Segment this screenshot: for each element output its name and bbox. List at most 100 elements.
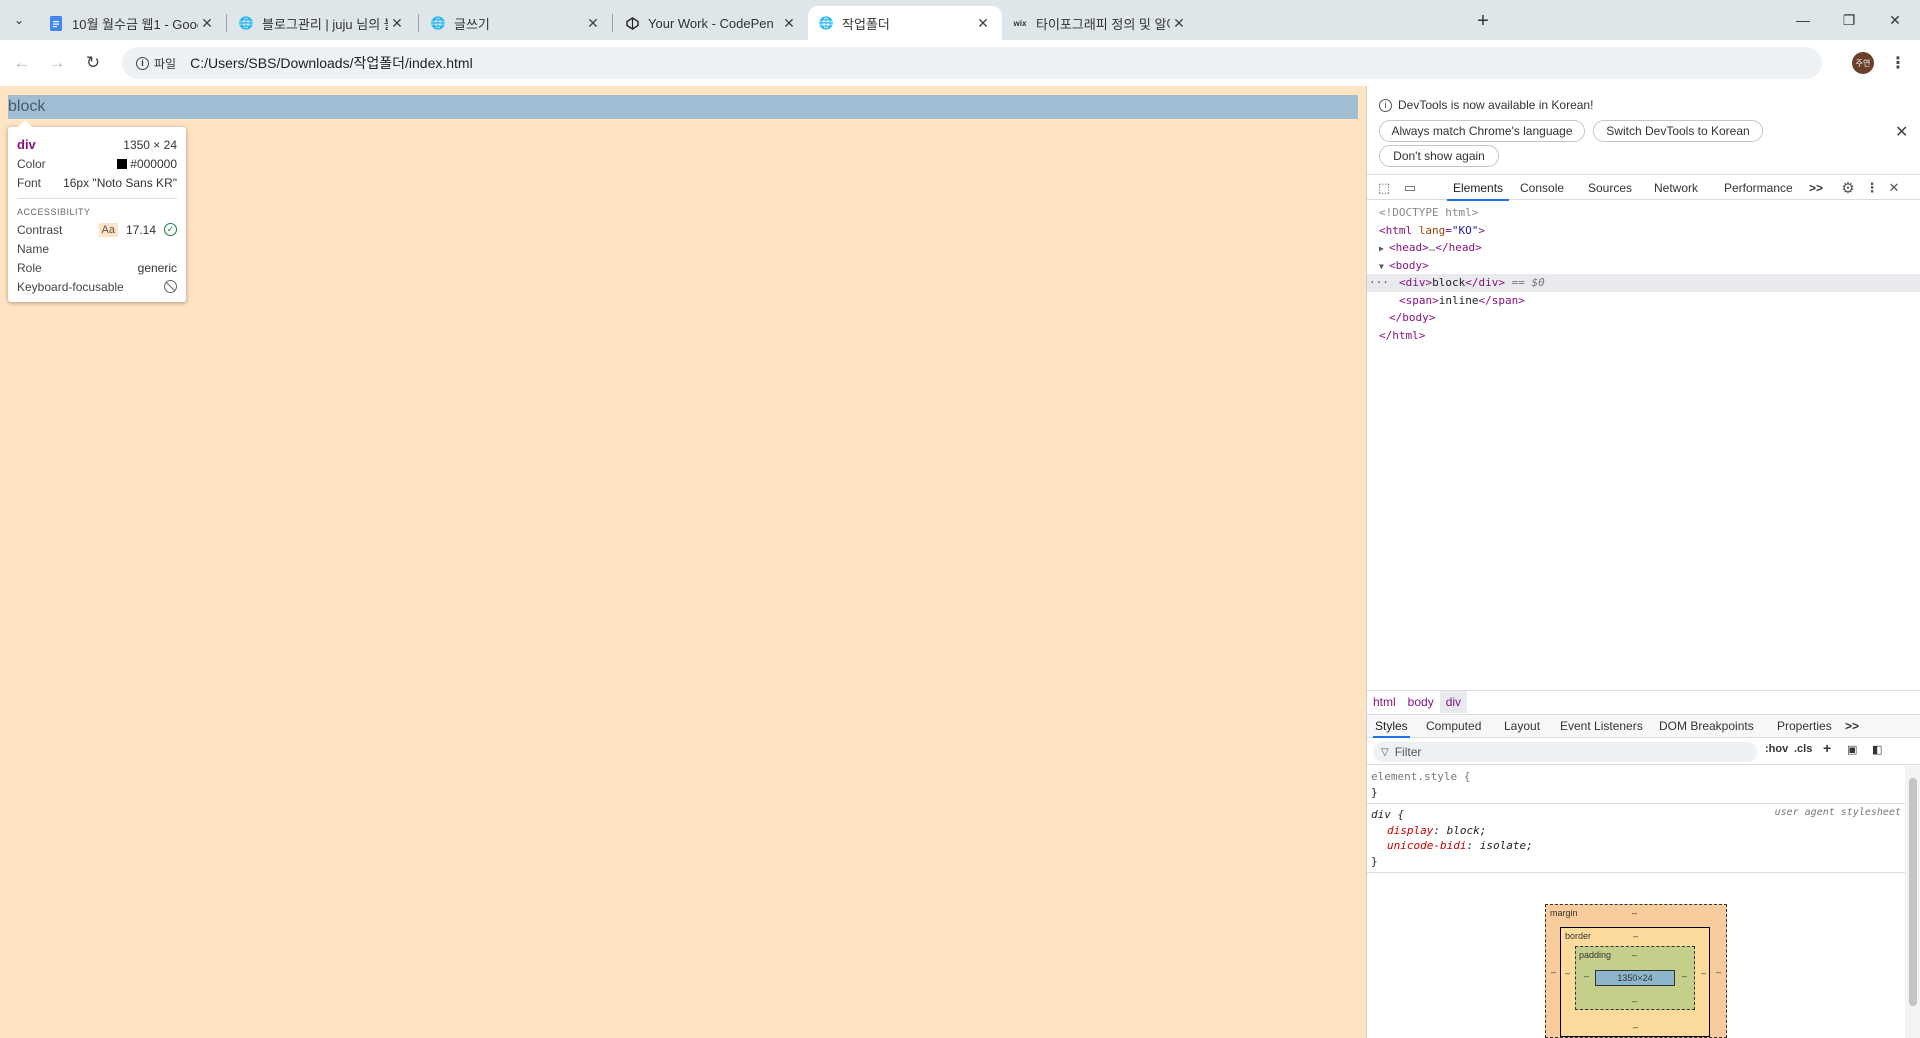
tab-title: 타이포그래피 정의 및 알아두면 (1036, 16, 1170, 32)
url-text[interactable]: C:/Users/SBS/Downloads/작업폴더/index.html (190, 53, 473, 73)
tab-layout[interactable]: Layout (1504, 715, 1540, 738)
border-right-value[interactable]: – (1701, 968, 1706, 978)
gear-icon[interactable]: ⚙ (1837, 175, 1859, 201)
inspect-element-icon[interactable]: ⬚ (1373, 175, 1395, 201)
tab-title: 블로그관리 | juju 님의 블로그 (262, 16, 388, 32)
tab-dom-breakpoints[interactable]: DOM Breakpoints (1659, 715, 1754, 738)
tab-separator (418, 14, 419, 32)
globe-icon: 🌐 (430, 16, 446, 30)
site-info-chip[interactable]: i 파일 (128, 51, 184, 75)
close-icon[interactable]: ✕ (974, 15, 992, 32)
border-top-value[interactable]: – (1633, 931, 1638, 941)
tab-work-folder[interactable]: 🌐 작업폴더 ✕ (808, 6, 1002, 40)
avatar[interactable]: 주연 (1852, 52, 1874, 74)
forward-button[interactable]: → (43, 49, 71, 77)
match-language-button[interactable]: Always match Chrome's language (1379, 120, 1585, 142)
tab-google-docs[interactable]: 10월 월수금 웹1 - Google Doc ✕ (38, 6, 226, 40)
span-text: inline (1438, 293, 1479, 307)
padding-right-value[interactable]: – (1682, 971, 1687, 981)
triangle-right-icon[interactable]: ▶ (1379, 240, 1389, 258)
border-bottom-value[interactable]: – (1633, 1022, 1638, 1032)
dom-doctype[interactable]: <!DOCTYPE html> (1367, 204, 1920, 222)
prop-unicode-bidi: unicode-bidi (1387, 839, 1467, 852)
tab-console[interactable]: Console (1520, 175, 1564, 201)
reload-button[interactable]: ↻ (79, 49, 107, 77)
tab-strip: ⌄ 10월 월수금 웹1 - Google Doc ✕ 🌐 블로그관리 | ju… (0, 0, 1920, 40)
device-toolbar-icon[interactable]: ▭ (1399, 175, 1421, 201)
close-window-button[interactable]: ✕ (1872, 6, 1918, 34)
styles-scrollbar[interactable] (1905, 766, 1920, 1038)
dom-span-node[interactable]: <span>inline</span> (1367, 292, 1920, 310)
sidebar-toggle-icon[interactable]: ◧ (1872, 743, 1882, 756)
tab-write[interactable]: 🌐 글쓰기 ✕ (420, 6, 612, 40)
cls-toggle[interactable]: .cls (1794, 743, 1812, 755)
div-ua-rule[interactable]: user agent stylesheet div { display: blo… (1367, 804, 1905, 873)
border-left-value[interactable]: – (1565, 968, 1570, 978)
padding-top-value[interactable]: – (1632, 950, 1637, 960)
reload-icon: ↻ (85, 53, 101, 72)
tab-styles[interactable]: Styles (1373, 715, 1410, 738)
minimize-button[interactable]: — (1780, 6, 1826, 34)
tab-blog-admin[interactable]: 🌐 블로그관리 | juju 님의 블로그 ✕ (228, 6, 416, 40)
tab-computed[interactable]: Computed (1426, 715, 1481, 738)
triangle-down-icon[interactable]: ▼ (1379, 258, 1389, 276)
tab-properties[interactable]: Properties (1777, 715, 1832, 738)
margin-top-value[interactable]: – (1632, 908, 1637, 918)
close-icon[interactable]: ✕ (388, 15, 406, 32)
dont-show-again-button[interactable]: Don't show again (1379, 145, 1499, 167)
padding-left-value[interactable]: – (1584, 971, 1589, 981)
close-icon[interactable]: ✕ (1895, 122, 1908, 142)
tab-elements[interactable]: Elements (1447, 175, 1510, 201)
scrollbar-thumb[interactable] (1909, 778, 1917, 1006)
breadcrumb-div[interactable]: div (1439, 690, 1468, 713)
hov-toggle[interactable]: :hov (1765, 743, 1788, 755)
new-rule-icon[interactable]: + (1823, 740, 1831, 756)
padding-bottom-value[interactable]: – (1632, 996, 1637, 1006)
chrome-menu-button[interactable]: ⋮ (1886, 49, 1910, 77)
back-button[interactable]: ← (8, 49, 36, 77)
dom-html-node[interactable]: <html lang="KO"> (1367, 222, 1920, 240)
tab-typography[interactable]: wix 타이포그래피 정의 및 알아두면 ✕ (1002, 6, 1198, 40)
tab-performance[interactable]: Performance (1724, 175, 1793, 201)
dom-head-node[interactable]: ▶ <head>…</head> (1367, 239, 1920, 257)
close-icon[interactable]: ✕ (198, 15, 216, 32)
new-tab-button[interactable]: + (1470, 8, 1496, 34)
element-style-rule[interactable]: element.style { } (1367, 766, 1905, 804)
close-icon[interactable]: ✕ (1170, 15, 1188, 32)
close-icon[interactable]: ✕ (584, 15, 602, 32)
chevron-down-icon: ⌄ (13, 13, 25, 27)
tab-event-listeners[interactable]: Event Listeners (1560, 715, 1643, 738)
tab-search-button[interactable]: ⌄ (6, 8, 32, 32)
tooltip-focus-label: Keyboard-focusable (17, 279, 124, 294)
tab-codepen[interactable]: Your Work - CodePen ✕ (614, 6, 808, 40)
address-bar[interactable]: i 파일 C:/Users/SBS/Downloads/작업폴더/index.h… (122, 47, 1822, 79)
dom-body-node[interactable]: ▼ <body> (1367, 257, 1920, 275)
breadcrumb-html[interactable]: html (1367, 691, 1402, 713)
devtools-panel: i DevTools is now available in Korean! A… (1366, 86, 1920, 1038)
padding-box: padding – – – – 1350×24 (1575, 946, 1695, 1010)
close-icon: ✕ (1889, 11, 1901, 28)
dom-body-close[interactable]: </body> (1367, 309, 1920, 327)
more-subtabs-button[interactable]: >> (1845, 715, 1859, 738)
tab-title: 10월 월수금 웹1 - Google Doc (72, 16, 198, 32)
tab-sources[interactable]: Sources (1588, 175, 1632, 201)
breadcrumb-body[interactable]: body (1402, 691, 1440, 713)
more-tabs-button[interactable]: >> (1809, 175, 1823, 201)
kebab-menu-icon[interactable]: ⋮ (1861, 175, 1883, 201)
dom-div-node[interactable]: ··· <div>block</div> == $0 (1367, 274, 1920, 292)
styles-filter-input[interactable]: ▽ Filter (1373, 742, 1757, 762)
content-box[interactable]: 1350×24 (1595, 970, 1675, 986)
tooltip-role-label: Role (17, 260, 42, 275)
close-icon[interactable]: ✕ (780, 15, 798, 32)
margin-left-value[interactable]: – (1551, 967, 1556, 977)
dom-html-close[interactable]: </html> (1367, 327, 1920, 345)
paint-icon[interactable]: ▣ (1847, 743, 1857, 756)
restore-button[interactable]: ❐ (1826, 6, 1872, 34)
ellipsis-icon[interactable]: ··· (1369, 274, 1389, 292)
close-icon[interactable]: ✕ (1883, 175, 1905, 201)
tab-network[interactable]: Network (1654, 175, 1698, 201)
margin-right-value[interactable]: – (1716, 967, 1721, 977)
codepen-icon (624, 15, 640, 31)
border-label: border (1565, 931, 1592, 941)
switch-to-korean-button[interactable]: Switch DevTools to Korean (1593, 120, 1763, 142)
